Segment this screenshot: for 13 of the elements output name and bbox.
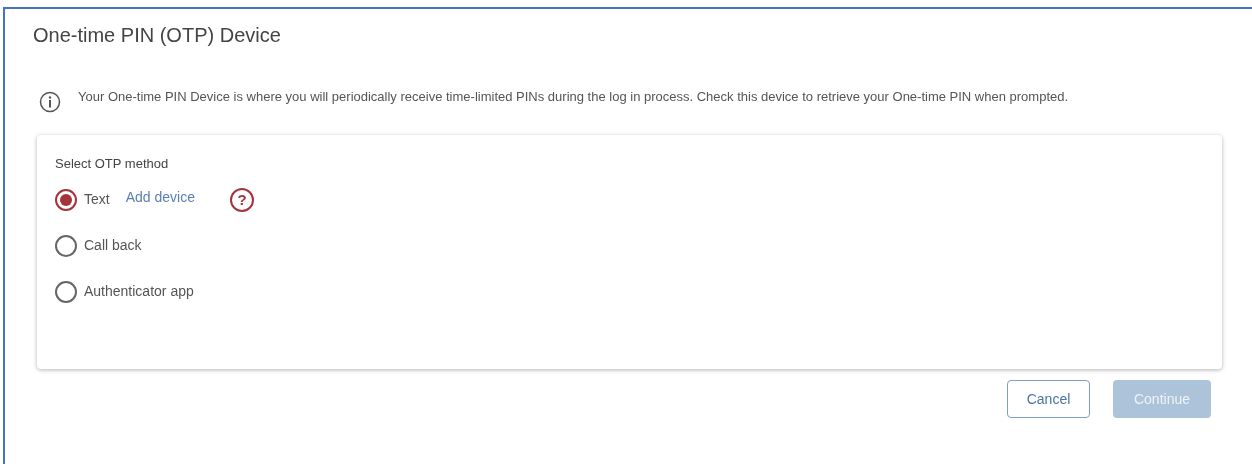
- page-title: One-time PIN (OTP) Device: [33, 23, 281, 47]
- cancel-button[interactable]: Cancel: [1007, 380, 1090, 418]
- radio-label[interactable]: Authenticator app: [84, 281, 194, 302]
- radio-button[interactable]: [55, 188, 77, 211]
- help-button[interactable]: ?: [229, 187, 254, 212]
- info-message: Your One-time PIN Device is where you will periodically receive time-limited PINs during the log in process. Check this device to retrieve your One-time PIN when prompted.: [78, 89, 1070, 104]
- radio-button[interactable]: [55, 234, 77, 257]
- radio-button[interactable]: [55, 280, 77, 303]
- group-label: Select OTP method: [55, 155, 169, 173]
- radio-label[interactable]: Call back: [84, 235, 142, 256]
- add-device-link[interactable]: Add device: [125, 187, 195, 208]
- radio-label[interactable]: Text: [84, 189, 110, 210]
- info-icon: [39, 91, 61, 113]
